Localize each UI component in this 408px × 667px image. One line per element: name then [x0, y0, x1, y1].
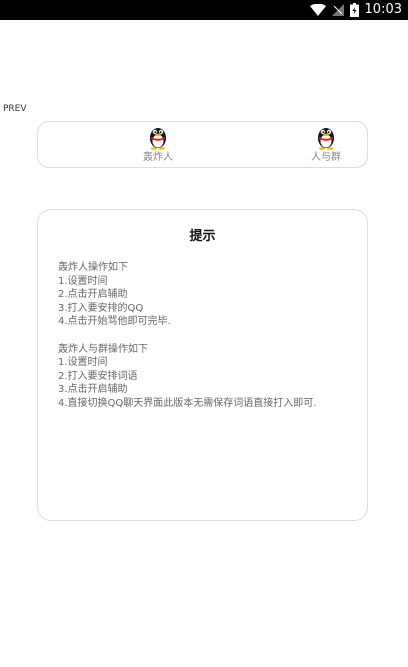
tool-person-group[interactable]: 人与群 [286, 124, 366, 168]
wifi-icon [309, 4, 326, 16]
tips-section2-step: 1.设置时间 [58, 357, 108, 369]
status-icons: 10:03 [309, 0, 402, 20]
tips-section2-step: 2.打入要安排词语 [58, 370, 138, 382]
status-time: 10:03 [364, 2, 402, 17]
tool-bomb-person[interactable]: 轰炸人 [118, 124, 198, 168]
battery-icon [349, 3, 359, 17]
prev-label[interactable]: PREV [3, 104, 27, 114]
signal-icon [331, 4, 344, 16]
tips-section2-heading: 轰炸人与群操作如下 [58, 343, 148, 355]
status-bar: 10:03 [0, 0, 408, 20]
tool-person-group-label: 人与群 [311, 152, 341, 163]
tips-section2-step: 3.点击开启辅助 [58, 384, 128, 396]
tips-spacer [58, 329, 358, 343]
tips-section1-step: 3.打入要安排的QQ [58, 302, 144, 314]
tips-body: 轰炸人操作如下 1.设置时间 2.点击开启辅助 3.打入要安排的QQ 4.点击开… [58, 261, 358, 411]
tips-section1-heading: 轰炸人操作如下 [58, 262, 128, 273]
tips-title: 提示 [189, 229, 216, 244]
tool-bomb-person-label: 轰炸人 [143, 152, 173, 163]
tips-section2-step: 4.直接切换QQ聊天界面此版本无需保存词语直接打入即可. [58, 397, 317, 409]
qq-penguin-icon [150, 128, 166, 150]
tips-section1-step: 1.设置时间 [58, 275, 108, 287]
tools-card: 轰炸人 人与群 [37, 121, 368, 168]
tips-section1-step: 2.点击开启辅助 [58, 289, 128, 301]
qq-penguin-icon [318, 128, 334, 150]
tips-section1-step: 4.点击开始骂他即可完毕. [58, 316, 171, 328]
tips-card: 提示 轰炸人操作如下 1.设置时间 2.点击开启辅助 3.打入要安排的QQ 4.… [37, 209, 368, 521]
